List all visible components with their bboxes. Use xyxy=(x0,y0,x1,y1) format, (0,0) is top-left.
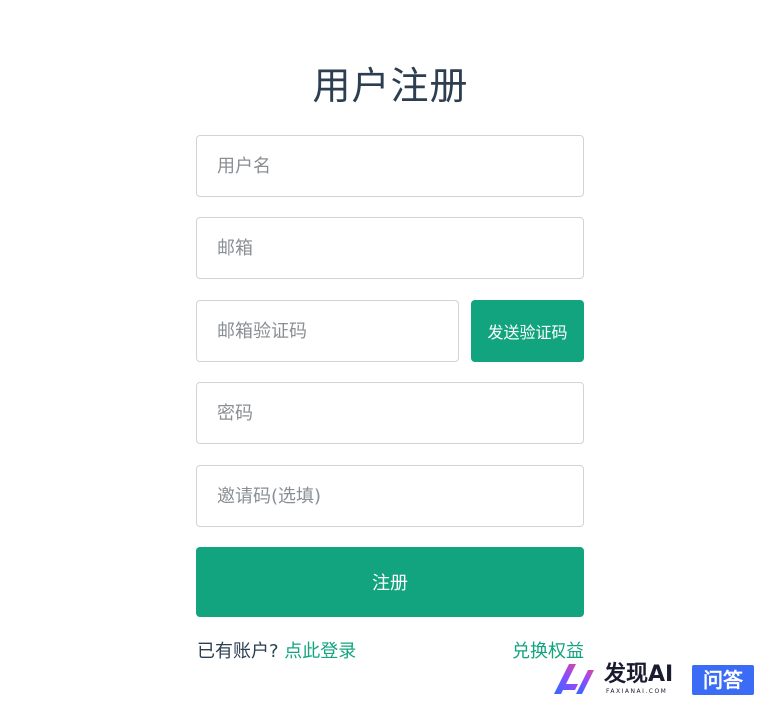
login-link[interactable]: 点此登录 xyxy=(284,641,356,662)
email-code-input[interactable] xyxy=(196,300,459,362)
page-title: 用户注册 xyxy=(312,64,469,108)
watermark-subtitle: FAXIANAI.COM xyxy=(606,688,668,695)
have-account-text: 已有账户? xyxy=(197,641,279,662)
watermark-badge: 问答 xyxy=(692,665,754,695)
email-input[interactable] xyxy=(196,217,584,279)
watermark: 发现AI FAXIANAI.COM 问答 xyxy=(552,660,762,700)
watermark-brand: 发现AI xyxy=(604,662,674,687)
invite-code-input[interactable] xyxy=(196,465,584,527)
ai-logo-icon xyxy=(554,664,594,694)
password-input[interactable] xyxy=(196,382,584,444)
username-input[interactable] xyxy=(196,135,584,197)
register-button[interactable]: 注册 xyxy=(196,547,584,617)
redeem-link[interactable]: 兑换权益 xyxy=(512,641,584,662)
login-prompt: 已有账户? 点此登录 xyxy=(197,639,356,665)
send-code-button[interactable]: 发送验证码 xyxy=(471,300,584,362)
